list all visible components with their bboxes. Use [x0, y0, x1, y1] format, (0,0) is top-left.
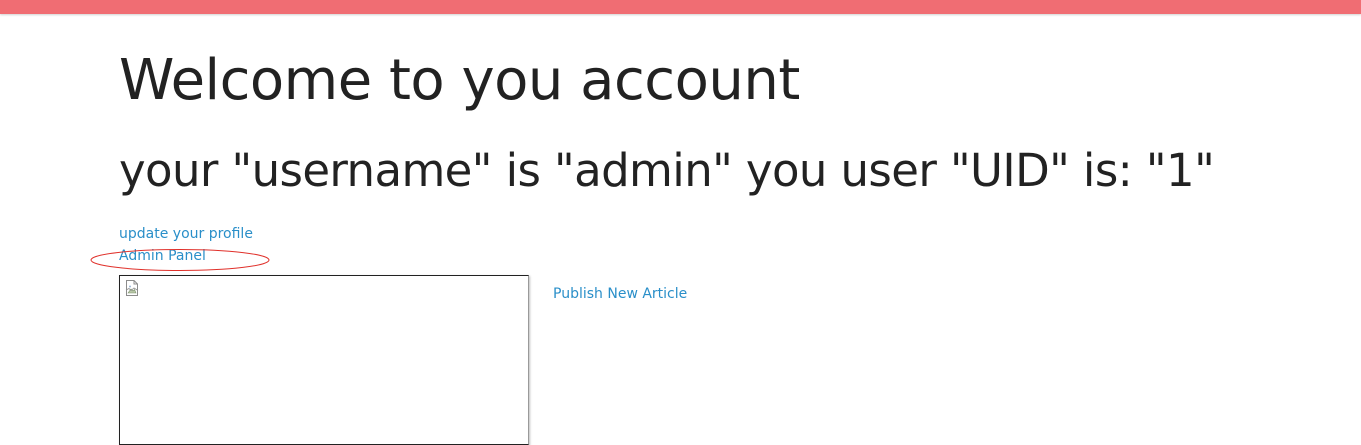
admin-panel-link[interactable]: Admin Panel [119, 247, 206, 265]
top-accent-bar [0, 0, 1361, 14]
article-image-frame [119, 275, 529, 445]
broken-image-icon [125, 280, 139, 296]
account-info-heading: your "username" is "admin" you user "UID… [119, 144, 1215, 197]
update-profile-link[interactable]: update your profile [119, 225, 253, 243]
publish-new-article-link[interactable]: Publish New Article [553, 285, 687, 303]
page-title: Welcome to you account [119, 48, 800, 113]
